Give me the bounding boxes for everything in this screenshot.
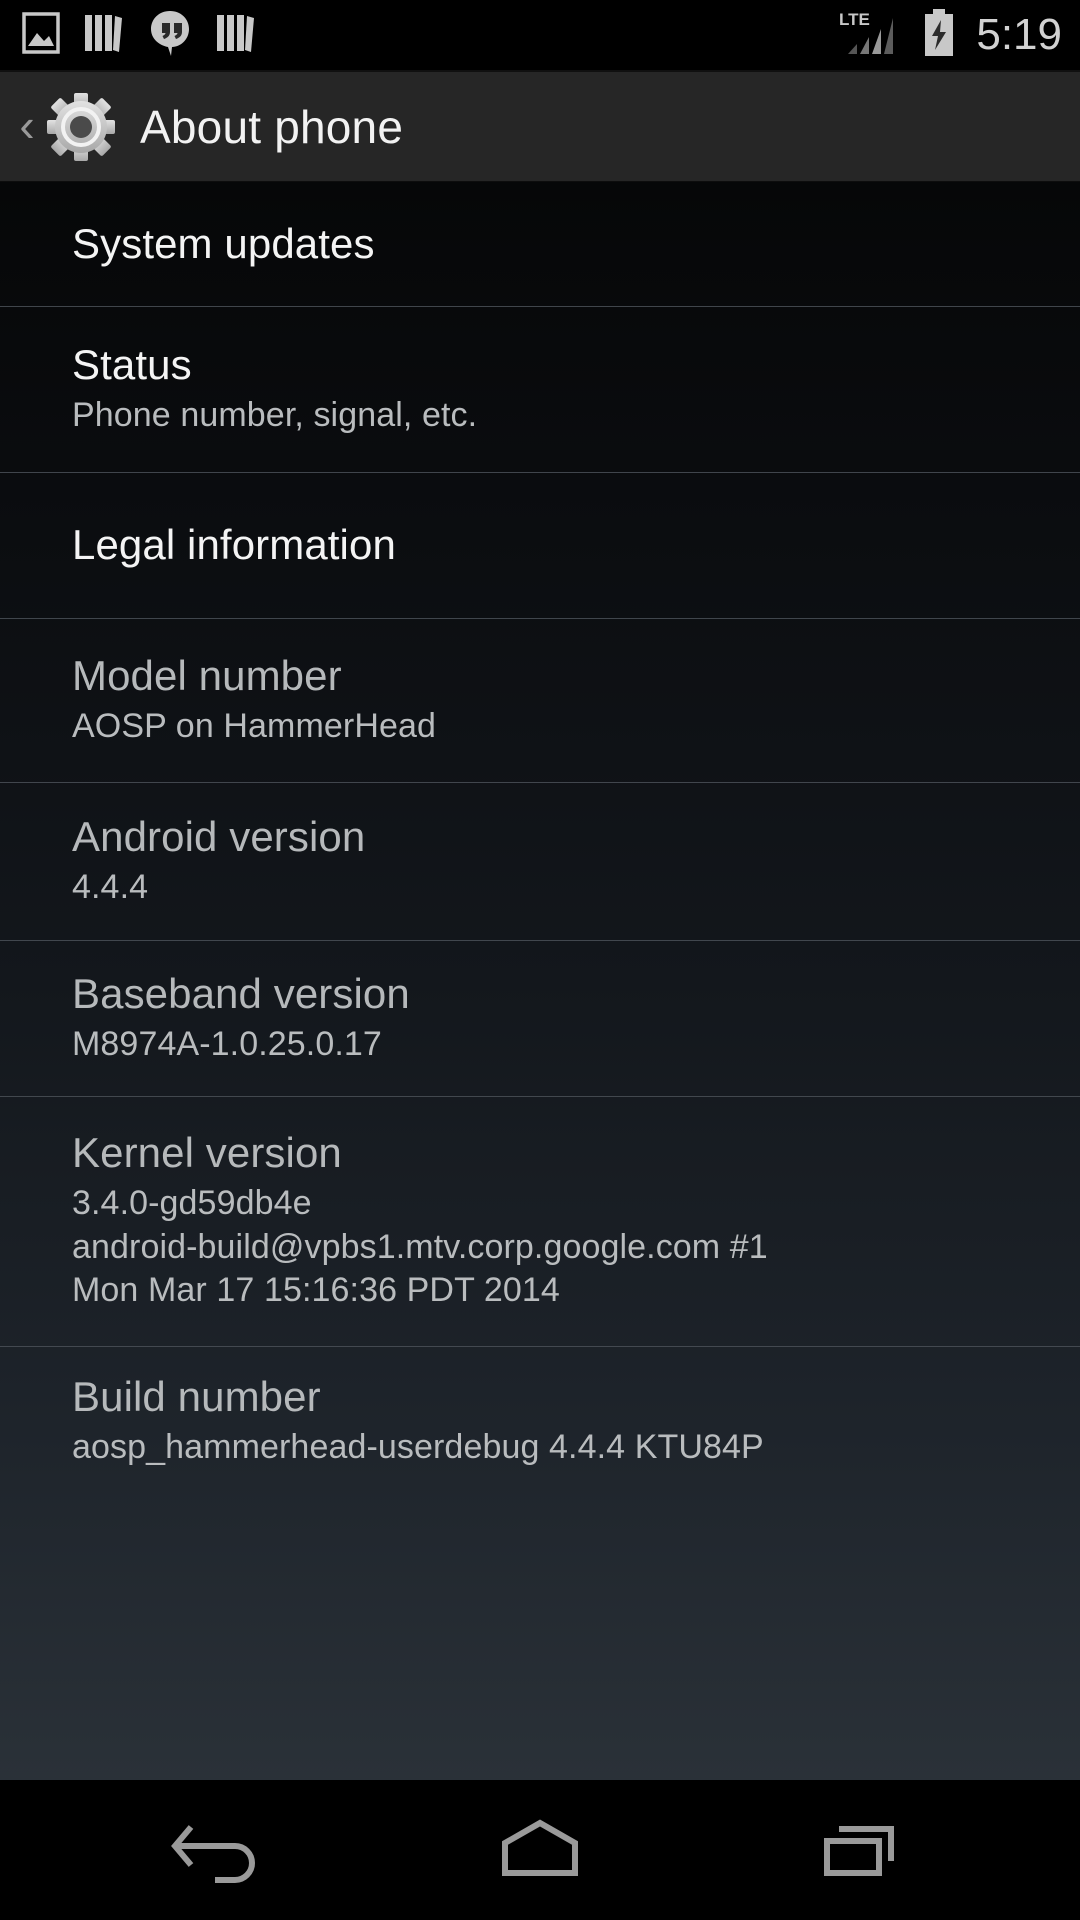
- svg-text:LTE: LTE: [839, 10, 870, 29]
- list-item-title: Baseband version: [72, 969, 410, 1017]
- back-chevron-icon[interactable]: ‹: [10, 102, 44, 152]
- action-bar: ‹ About phone: [0, 72, 1080, 182]
- kernel-version-line-1: 3.4.0-gd59db4e: [72, 1184, 312, 1223]
- status-bar: LTE 5:19: [0, 0, 1080, 72]
- list-item-subtitle: Phone number, signal, etc.: [72, 395, 478, 434]
- list-item-subtitle: 4.4.4: [72, 867, 149, 906]
- page-title: About phone: [140, 100, 404, 153]
- settings-gear-icon[interactable]: [44, 92, 118, 162]
- list-item-title: Legal information: [72, 521, 396, 569]
- list-item-title: Android version: [72, 812, 366, 860]
- list-item-model-number[interactable]: Model number AOSP on HammerHead: [0, 618, 1080, 782]
- home-nav-icon[interactable]: [450, 1795, 630, 1905]
- list-item-baseband-version[interactable]: Baseband version M8974A-1.0.25.0.17: [0, 940, 1080, 1096]
- books-icon-2: [214, 11, 258, 60]
- list-item-status[interactable]: Status Phone number, signal, etc.: [0, 306, 1080, 472]
- hangouts-icon: [148, 9, 192, 62]
- list-item-title: Kernel version: [72, 1129, 342, 1177]
- status-bar-notification-icons: [22, 9, 258, 62]
- list-item-subtitle: aosp_hammerhead-userdebug 4.4.4 KTU84P: [72, 1427, 764, 1466]
- photos-icon: [22, 11, 60, 59]
- navigation-bar: [0, 1780, 1080, 1920]
- list-item-title: Build number: [72, 1372, 321, 1420]
- kernel-version-line-2: android-build@vpbs1.mtv.corp.google.com …: [72, 1227, 768, 1266]
- list-item-title: System updates: [72, 220, 375, 268]
- list-item-build-number[interactable]: Build number aosp_hammerhead-userdebug 4…: [0, 1346, 1080, 1496]
- list-item-subtitle: M8974A-1.0.25.0.17: [72, 1024, 382, 1063]
- about-phone-list[interactable]: System updates Status Phone number, sign…: [0, 182, 1080, 1780]
- status-bar-clock: 5:19: [976, 10, 1062, 59]
- books-icon: [82, 11, 126, 60]
- list-item-system-updates[interactable]: System updates: [0, 182, 1080, 306]
- phone-screen: LTE 5:19 ‹ About phone System updates St…: [0, 0, 1080, 1920]
- list-item-subtitle: AOSP on HammerHead: [72, 706, 436, 745]
- back-nav-icon[interactable]: [130, 1795, 310, 1905]
- list-item-title: Model number: [72, 651, 342, 699]
- kernel-version-line-3: Mon Mar 17 15:16:36 PDT 2014: [72, 1271, 560, 1310]
- list-item-android-version[interactable]: Android version 4.4.4: [0, 782, 1080, 940]
- battery-charging-icon: [922, 8, 956, 63]
- list-item-subtitle: 3.4.0-gd59db4e android-build@vpbs1.mtv.c…: [72, 1182, 1040, 1313]
- status-bar-system-icons: LTE 5:19: [838, 8, 1062, 63]
- list-item-legal-information[interactable]: Legal information: [0, 472, 1080, 618]
- list-item-title: Status: [72, 340, 192, 388]
- signal-bars-icon: LTE: [838, 8, 908, 63]
- recents-nav-icon[interactable]: [770, 1795, 950, 1905]
- list-item-kernel-version[interactable]: Kernel version 3.4.0-gd59db4e android-bu…: [0, 1096, 1080, 1346]
